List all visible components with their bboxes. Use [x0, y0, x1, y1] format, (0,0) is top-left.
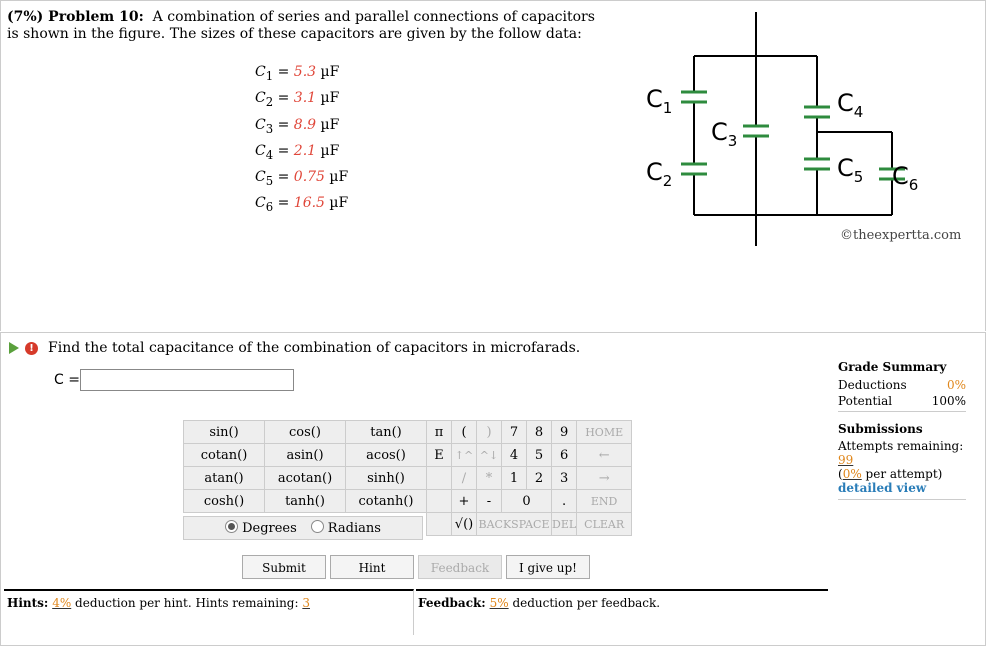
key-acos[interactable]: acos(): [345, 443, 427, 467]
key-acotan[interactable]: acotan(): [264, 466, 346, 490]
key-open-paren[interactable]: (: [451, 420, 477, 444]
hint-deduction: 4%: [52, 596, 72, 610]
feedback-button[interactable]: Feedback: [418, 555, 502, 579]
capacitor-value-c3: C3 = 8.9 µF: [255, 116, 340, 136]
capacitor-circuit-diagram: C1 C2 C3 C4 C5 C6: [646, 12, 918, 246]
key-home[interactable]: HOME: [576, 420, 633, 444]
feedback-deduction: 5%: [489, 596, 509, 610]
attempts-remaining: 99: [838, 453, 854, 467]
key-9[interactable]: 9: [550, 420, 578, 444]
radians-radio[interactable]: [310, 520, 324, 533]
per-attempt-pct: 0%: [842, 467, 862, 481]
key-e[interactable]: E: [426, 443, 452, 467]
degrees-option[interactable]: Degrees: [225, 520, 297, 536]
key-subscript[interactable]: ^↓: [476, 443, 502, 467]
function-keypad: sin() cos() tan() cotan() asin() acos() atan()…: [183, 420, 427, 513]
key-plus[interactable]: +: [451, 489, 477, 513]
key-tanh[interactable]: tanh(): [264, 489, 346, 513]
play-icon[interactable]: [9, 342, 19, 354]
key-1[interactable]: 1: [501, 466, 527, 490]
feedback-info: Feedback: 5% deduction per feedback.: [416, 589, 828, 635]
c1-label: C1: [646, 85, 672, 117]
c6-label: C6: [892, 162, 918, 194]
capacitor-value-c5: C5 = 0.75 µF: [255, 169, 349, 188]
feedback-label: Feedback:: [418, 596, 486, 610]
potential-label: Potential: [838, 394, 893, 408]
feedback-text: deduction per feedback.: [508, 596, 661, 610]
attempts-info: Attempts remaining: 99: [838, 439, 964, 467]
key-right-arrow[interactable]: →: [576, 466, 633, 490]
number-keypad: π ( ) 7 8 9 HOME E ↑^ ^↓ 4 5 6 ← / * 1 2…: [426, 420, 633, 536]
c5-label: C5: [837, 154, 863, 186]
key-asin[interactable]: asin(): [264, 443, 346, 467]
warning-icon: !: [25, 341, 38, 355]
deductions-value: 0%: [946, 378, 966, 392]
capacitor-values: C1 = 5.3 µF C2 = 3.1 µF C3 = 8.9 µF C4 = 2.…: [255, 61, 348, 219]
key-superscript[interactable]: ↑^: [451, 443, 477, 467]
problem-heading: (7%) Problem 10:: [7, 9, 144, 25]
key-multiply[interactable]: *: [476, 466, 502, 490]
key-cosh[interactable]: cosh(): [183, 489, 265, 513]
key-close-paren[interactable]: ): [476, 420, 502, 444]
hints-label: Hints:: [7, 596, 49, 610]
key-tan[interactable]: tan(): [345, 420, 427, 444]
hints-text: deduction per hint. Hints remaining:: [71, 596, 303, 610]
problem-statement: (7%) Problem 10: A combination of series…: [7, 9, 597, 43]
detailed-view-link[interactable]: detailed view: [838, 481, 966, 495]
c2-label: C2: [646, 158, 672, 190]
key-pi[interactable]: π: [426, 420, 452, 444]
key-4[interactable]: 4: [501, 443, 527, 467]
key-0[interactable]: 0: [501, 489, 552, 513]
hints-remaining: 3: [302, 596, 310, 610]
degrees-radio[interactable]: [225, 520, 239, 533]
key-cos[interactable]: cos(): [264, 420, 346, 444]
key-cotan[interactable]: cotan(): [183, 443, 265, 467]
key-3[interactable]: 3: [550, 466, 578, 490]
grade-summary: Grade Summary Deductions 0% Potential 100%…: [838, 360, 966, 510]
deductions-label: Deductions: [838, 378, 907, 392]
per-attempt-info: (0% per attempt): [838, 467, 943, 481]
key-sinh[interactable]: sinh(): [345, 466, 427, 490]
question-row: ! Find the total capacitance of the comb…: [9, 340, 580, 356]
give-up-button[interactable]: I give up!: [506, 555, 590, 579]
key-5[interactable]: 5: [526, 443, 552, 467]
key-clear[interactable]: CLEAR: [576, 512, 633, 536]
capacitor-value-c2: C2 = 3.1 µF: [255, 90, 340, 110]
key-atan[interactable]: atan(): [183, 466, 265, 490]
key-left-arrow[interactable]: ←: [576, 443, 633, 467]
capacitor-value-c1: C1 = 5.3 µF: [255, 64, 340, 83]
key-sqrt[interactable]: √(): [451, 512, 477, 536]
potential-value: 100%: [931, 394, 966, 408]
c3-label: C3: [711, 118, 737, 150]
answer-label: C =: [54, 372, 80, 388]
key-6[interactable]: 6: [550, 443, 578, 467]
key-decimal[interactable]: .: [550, 489, 578, 513]
hint-button[interactable]: Hint: [330, 555, 414, 579]
capacitor-value-c6: C6 = 16.5 µF: [255, 195, 349, 215]
submit-button[interactable]: Submit: [242, 555, 326, 579]
key-del[interactable]: DEL: [550, 512, 578, 536]
key-7[interactable]: 7: [501, 420, 527, 444]
grade-summary-title: Grade Summary: [838, 360, 947, 374]
key-2[interactable]: 2: [526, 466, 552, 490]
submissions-title: Submissions: [838, 422, 923, 436]
key-divide[interactable]: /: [451, 466, 477, 490]
question-text: Find the total capacitance of the combin…: [48, 340, 581, 356]
key-minus[interactable]: -: [476, 489, 502, 513]
key-8[interactable]: 8: [526, 420, 552, 444]
key-backspace[interactable]: BACKSPACE: [476, 512, 552, 536]
c4-label: C4: [837, 89, 863, 121]
hints-info: Hints: 4% deduction per hint. Hints rema…: [4, 589, 414, 635]
key-sin[interactable]: sin(): [183, 420, 265, 444]
copyright: ©theexpertta.com: [840, 228, 962, 243]
radians-option[interactable]: Radians: [310, 520, 381, 536]
angle-mode-selector: Degrees Radians: [183, 516, 423, 540]
capacitor-value-c4: C4 = 2.1 µF: [255, 142, 340, 162]
key-end[interactable]: END: [576, 489, 633, 513]
answer-input[interactable]: [80, 369, 294, 391]
key-cotanh[interactable]: cotanh(): [345, 489, 427, 513]
